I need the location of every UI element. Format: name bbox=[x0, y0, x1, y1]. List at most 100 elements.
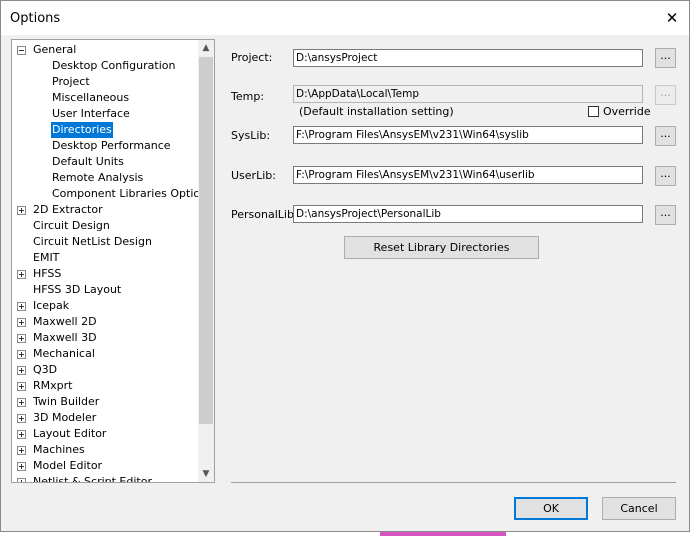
tree-item-label: Machines bbox=[33, 443, 85, 456]
tree-item[interactable]: RMxprt bbox=[12, 378, 199, 394]
tree-item-label: Model Editor bbox=[33, 459, 103, 472]
tree-item-label: Miscellaneous bbox=[52, 91, 130, 104]
tree-item-label: Remote Analysis bbox=[52, 171, 144, 184]
tree-item-label: Mechanical bbox=[33, 347, 95, 360]
personallib-browse-button[interactable]: ... bbox=[655, 205, 676, 225]
tree-item-label: Circuit Design bbox=[33, 219, 110, 232]
userlib-label: UserLib: bbox=[231, 169, 276, 182]
tree-item[interactable]: Icepak bbox=[12, 298, 199, 314]
tree-item-label: User Interface bbox=[52, 107, 130, 120]
personallib-input[interactable]: D:\ansysProject\PersonalLib bbox=[293, 205, 643, 223]
tree-item[interactable]: General bbox=[12, 42, 199, 58]
close-icon[interactable]: ✕ bbox=[661, 7, 683, 29]
tree-item[interactable]: Netlist & Script Editor bbox=[12, 474, 199, 482]
ok-button[interactable]: OK bbox=[514, 497, 588, 520]
options-tree[interactable]: General Desktop Configuration Project Misce… bbox=[11, 39, 215, 483]
tree-item[interactable]: Circuit Design bbox=[12, 218, 199, 234]
expand-plus-icon[interactable] bbox=[17, 334, 26, 343]
temp-default-note: (Default installation setting) bbox=[299, 105, 454, 118]
tree-item[interactable]: Component Libraries Options bbox=[12, 186, 213, 202]
tree-item-label: General bbox=[33, 43, 77, 56]
expand-plus-icon[interactable] bbox=[17, 206, 26, 215]
footer-separator bbox=[231, 482, 676, 483]
tree-item[interactable]: Model Editor bbox=[12, 458, 199, 474]
expand-plus-icon[interactable] bbox=[17, 478, 26, 482]
tree-item-label: EMIT bbox=[33, 251, 60, 264]
expand-plus-icon[interactable] bbox=[17, 366, 26, 375]
personallib-label: PersonalLib: bbox=[231, 208, 298, 221]
syslib-label: SysLib: bbox=[231, 129, 271, 142]
tree-item[interactable]: 3D Modeler bbox=[12, 410, 199, 426]
tree-item[interactable]: Remote Analysis bbox=[12, 170, 199, 186]
tree-item-label: RMxprt bbox=[33, 379, 73, 392]
tree-item[interactable]: 2D Extractor bbox=[12, 202, 199, 218]
options-dialog: Options ✕ General Desktop Configuration Pr… bbox=[0, 0, 690, 532]
collapse-minus-icon[interactable] bbox=[17, 46, 26, 55]
tree-item-label: Twin Builder bbox=[33, 395, 100, 408]
cancel-button[interactable]: Cancel bbox=[602, 497, 676, 520]
tree-item-label: Desktop Configuration bbox=[52, 59, 176, 72]
expand-plus-icon[interactable] bbox=[17, 318, 26, 327]
expand-plus-icon[interactable] bbox=[17, 270, 26, 279]
temp-label: Temp: bbox=[231, 90, 265, 103]
tree-item[interactable]: EMIT bbox=[12, 250, 199, 266]
syslib-browse-button[interactable]: ... bbox=[655, 126, 676, 146]
tree-item-label: HFSS 3D Layout bbox=[33, 283, 122, 296]
tree-item-label: Default Units bbox=[52, 155, 124, 168]
project-input[interactable]: D:\ansysProject bbox=[293, 49, 643, 67]
tree-item[interactable]: Maxwell 3D bbox=[12, 330, 199, 346]
tree-item[interactable]: Default Units bbox=[12, 154, 199, 170]
tree-item[interactable]: Desktop Performance bbox=[12, 138, 199, 154]
tree-item-label: Project bbox=[52, 75, 90, 88]
tree-item-label: Circuit NetList Design bbox=[33, 235, 152, 248]
tree-item-label: Component Libraries Options bbox=[52, 187, 213, 200]
tree-item-label: Maxwell 3D bbox=[33, 331, 97, 344]
tree-item-label: 3D Modeler bbox=[33, 411, 97, 424]
tree-item[interactable]: Desktop Configuration bbox=[12, 58, 199, 74]
userlib-browse-button[interactable]: ... bbox=[655, 166, 676, 186]
scroll-thumb[interactable] bbox=[199, 57, 213, 424]
tree-item[interactable]: HFSS 3D Layout bbox=[12, 282, 199, 298]
tree-item-label: Directories bbox=[51, 122, 113, 138]
syslib-input[interactable]: F:\Program Files\AnsysEM\v231\Win64\sysl… bbox=[293, 126, 643, 144]
expand-plus-icon[interactable] bbox=[17, 350, 26, 359]
expand-plus-icon[interactable] bbox=[17, 414, 26, 423]
expand-plus-icon[interactable] bbox=[17, 302, 26, 311]
temp-input[interactable]: D:\AppData\Local\Temp bbox=[293, 85, 643, 103]
scroll-down-icon[interactable]: ▼ bbox=[198, 466, 214, 482]
tree-item-label: Q3D bbox=[33, 363, 58, 376]
tree-item-label: 2D Extractor bbox=[33, 203, 103, 216]
reset-library-directories-button[interactable]: Reset Library Directories bbox=[344, 236, 539, 259]
override-label[interactable]: Override bbox=[603, 105, 651, 118]
project-browse-button[interactable]: ... bbox=[655, 48, 676, 68]
tree-item[interactable]: Machines bbox=[12, 442, 199, 458]
tree-item[interactable]: Mechanical bbox=[12, 346, 199, 362]
expand-plus-icon[interactable] bbox=[17, 430, 26, 439]
override-checkbox[interactable] bbox=[588, 106, 599, 117]
tree-item[interactable]: Miscellaneous bbox=[12, 90, 199, 106]
expand-plus-icon[interactable] bbox=[17, 398, 26, 407]
tree-item-label: HFSS bbox=[33, 267, 62, 280]
tree-item[interactable]: Twin Builder bbox=[12, 394, 199, 410]
expand-plus-icon[interactable] bbox=[17, 382, 26, 391]
expand-plus-icon[interactable] bbox=[17, 446, 26, 455]
tree-item[interactable]: User Interface bbox=[12, 106, 199, 122]
project-label: Project: bbox=[231, 51, 273, 64]
tree-item-label: Maxwell 2D bbox=[33, 315, 97, 328]
title-bar[interactable]: Options ✕ bbox=[1, 1, 689, 35]
tree-item-label: Icepak bbox=[33, 299, 70, 312]
tree-item[interactable]: Layout Editor bbox=[12, 426, 199, 442]
tree-item[interactable]: Project bbox=[12, 74, 199, 90]
tree-item[interactable]: Maxwell 2D bbox=[12, 314, 199, 330]
tree-item[interactable]: Q3D bbox=[12, 362, 199, 378]
tree-item-label: Layout Editor bbox=[33, 427, 107, 440]
tree-item[interactable]: Circuit NetList Design bbox=[12, 234, 199, 250]
temp-browse-button[interactable]: ... bbox=[655, 85, 676, 105]
scroll-up-icon[interactable]: ▲ bbox=[198, 40, 214, 56]
tree-item[interactable]: HFSS bbox=[12, 266, 199, 282]
tree-item-label: Desktop Performance bbox=[52, 139, 171, 152]
userlib-input[interactable]: F:\Program Files\AnsysEM\v231\Win64\user… bbox=[293, 166, 643, 184]
tree-item[interactable]: Directories bbox=[12, 122, 199, 138]
tree-scrollbar[interactable]: ▲ ▼ bbox=[198, 40, 214, 482]
expand-plus-icon[interactable] bbox=[17, 462, 26, 471]
